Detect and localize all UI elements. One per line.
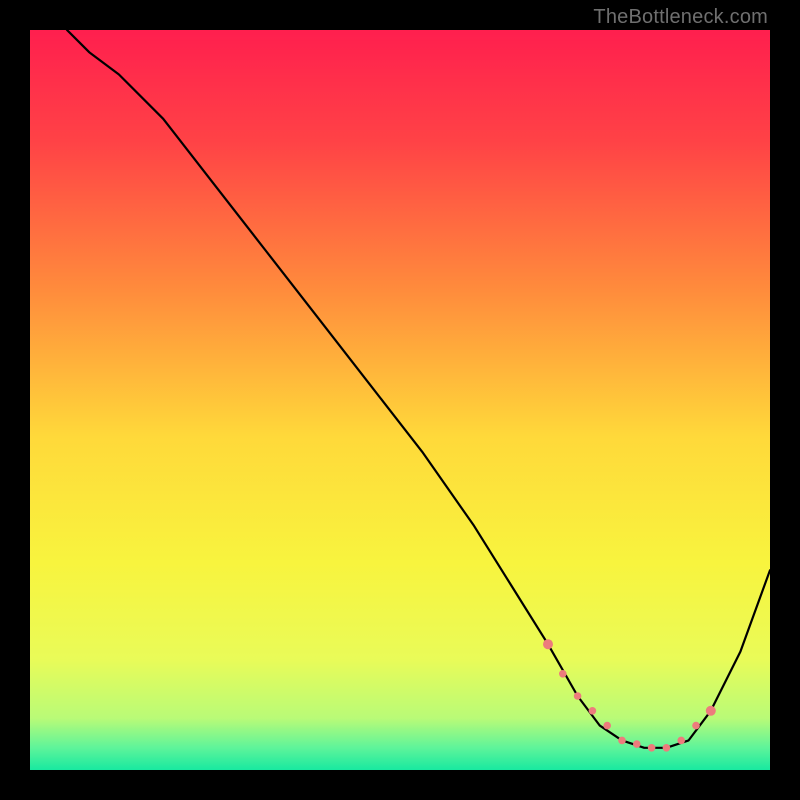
highlight-marker (633, 740, 641, 748)
plot-area (30, 30, 770, 770)
highlight-markers (543, 639, 716, 751)
chart-frame: TheBottleneck.com (0, 0, 800, 800)
highlight-marker (692, 722, 700, 730)
highlight-marker (648, 744, 656, 752)
highlight-marker (618, 737, 626, 745)
highlight-marker (559, 670, 567, 678)
bottleneck-curve (67, 30, 770, 748)
highlight-marker (706, 706, 716, 716)
watermark-text: TheBottleneck.com (593, 6, 768, 29)
highlight-marker (543, 639, 553, 649)
highlight-marker (603, 722, 611, 730)
highlight-marker (663, 744, 671, 752)
highlight-marker (589, 707, 597, 715)
highlight-marker (677, 737, 685, 745)
highlight-marker (574, 692, 582, 700)
curve-layer (30, 30, 770, 770)
